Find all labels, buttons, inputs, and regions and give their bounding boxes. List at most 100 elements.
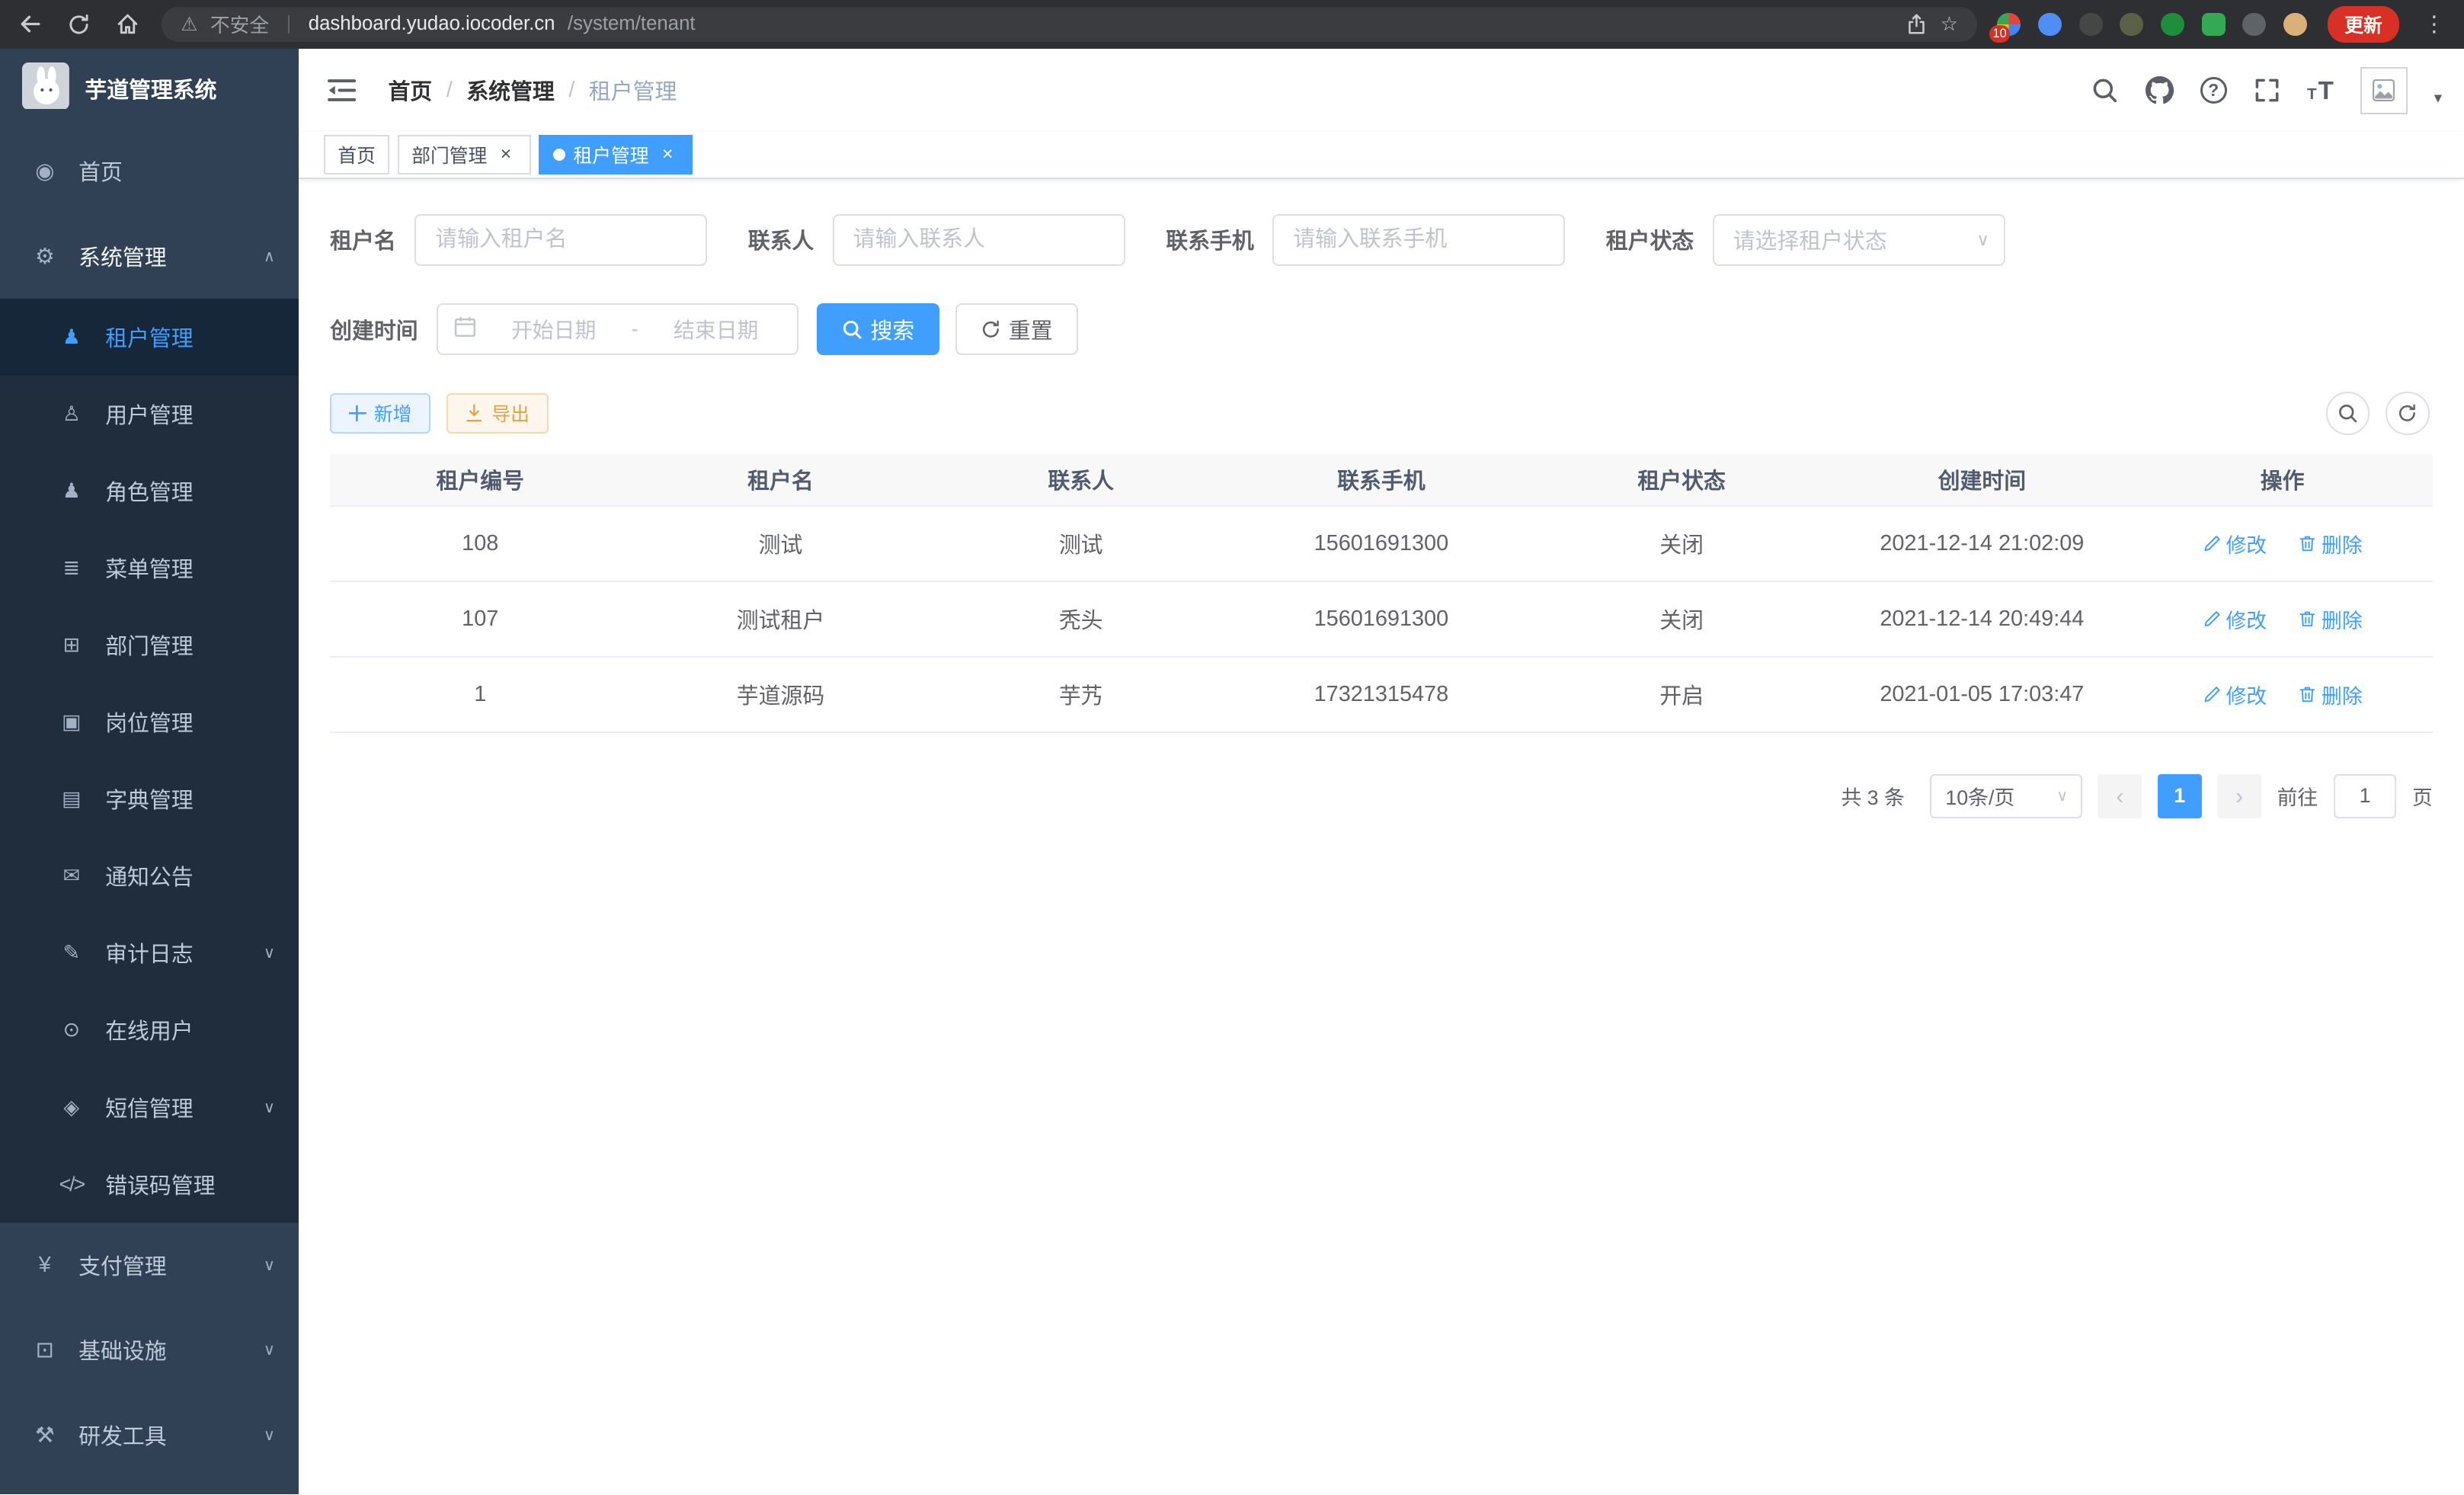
cell-contact: 测试 — [931, 506, 1231, 581]
delete-link[interactable]: 删除 — [2298, 680, 2363, 709]
sidebar-item-online-users[interactable]: ⊙ 在线用户 — [0, 991, 299, 1068]
extension-icon[interactable] — [2242, 13, 2266, 37]
sidebar-item-sms-mgmt[interactable]: ◈ 短信管理 ∨ — [0, 1069, 299, 1146]
column-header: 租户状态 — [1531, 454, 1832, 506]
sidebar-item-label: 错误码管理 — [105, 1169, 215, 1200]
cell-status: 开启 — [1531, 657, 1832, 732]
user-avatar[interactable] — [2360, 67, 2408, 114]
sidebar-item-label: 租户管理 — [105, 322, 193, 353]
sidebar-item-label: 字典管理 — [105, 783, 193, 815]
cell-tenant-id: 107 — [330, 581, 630, 657]
edit-link[interactable]: 修改 — [2203, 604, 2267, 634]
tab-tenant-mgmt[interactable]: 租户管理 × — [539, 135, 693, 174]
tenant-status-select[interactable]: 请选择租户状态 ∨ — [1713, 214, 2005, 266]
prev-page-button[interactable]: ‹ — [2098, 774, 2142, 818]
delete-link[interactable]: 删除 — [2298, 604, 2363, 634]
extension-icon[interactable] — [2283, 13, 2307, 37]
chevron-down-icon: ∨ — [1976, 229, 1989, 250]
tab-close-icon[interactable]: × — [657, 144, 679, 166]
sidebar-item-tenant-mgmt[interactable]: ♟ 租户管理 — [0, 299, 299, 376]
sidebar-item-label: 岗位管理 — [105, 706, 193, 738]
goto-page-input[interactable] — [2334, 774, 2397, 818]
sidebar-item-error-code-mgmt[interactable]: </> 错误码管理 — [0, 1146, 299, 1223]
breadcrumb: 首页 / 系统管理 / 租户管理 — [388, 75, 677, 106]
extension-icon[interactable]: 10 — [1997, 13, 2021, 37]
user-icon: ♙ — [58, 402, 85, 426]
contact-input[interactable] — [833, 214, 1125, 266]
sidebar-item-post-mgmt[interactable]: ▣ 岗位管理 — [0, 683, 299, 760]
create-time-range-picker[interactable]: 开始日期 - 结束日期 — [437, 303, 798, 355]
extension-icon[interactable] — [2038, 13, 2062, 37]
page-number-1[interactable]: 1 — [2158, 774, 2202, 818]
address-bar[interactable]: ⚠ 不安全 dashboard.yudao.iocoder.cn/system/… — [162, 7, 1976, 41]
contact-phone-input[interactable] — [1272, 214, 1565, 266]
refresh-table-button[interactable] — [2386, 392, 2430, 436]
column-header: 操作 — [2132, 454, 2432, 506]
browser-home-icon[interactable] — [114, 10, 142, 38]
sidebar-item-system-mgmt[interactable]: ⚙ 系统管理 ∧ — [0, 214, 299, 299]
extension-icon[interactable] — [2120, 13, 2143, 37]
sidebar-item-infrastructure[interactable]: ⊡ 基础设施 ∨ — [0, 1308, 299, 1392]
sidebar-logo[interactable]: 芋道管理系统 — [0, 49, 299, 129]
date-range-separator: - — [632, 317, 638, 341]
breadcrumb-system-mgmt[interactable]: 系统管理 — [466, 75, 554, 106]
tab-close-icon[interactable]: × — [495, 144, 517, 166]
cell-created: 2021-12-14 20:49:44 — [1832, 581, 2132, 657]
toggle-search-button[interactable] — [2326, 392, 2370, 436]
url-path: /system/tenant — [568, 13, 696, 35]
tab-label: 首页 — [338, 141, 376, 168]
sidebar-collapse-icon[interactable] — [321, 78, 363, 103]
extension-icon[interactable] — [2161, 13, 2184, 37]
sidebar-item-dev-tools[interactable]: ⚒ 研发工具 ∨ — [0, 1392, 299, 1477]
reset-button-label: 重置 — [1009, 314, 1053, 345]
github-icon[interactable] — [2146, 76, 2174, 104]
avatar-caret-down-icon[interactable]: ▾ — [2434, 88, 2442, 107]
delete-link-label: 删除 — [2322, 529, 2363, 559]
delete-link[interactable]: 删除 — [2298, 529, 2363, 559]
help-icon[interactable]: ? — [2200, 77, 2227, 104]
omnibox-divider — [288, 15, 290, 34]
sidebar-item-payment-mgmt[interactable]: ¥ 支付管理 ∨ — [0, 1223, 299, 1308]
end-date-placeholder: 结束日期 — [651, 314, 781, 344]
sidebar-item-menu-mgmt[interactable]: ≣ 菜单管理 — [0, 530, 299, 607]
column-header: 联系人 — [931, 454, 1231, 506]
export-button[interactable]: 导出 — [446, 393, 549, 434]
sidebar-item-audit-log[interactable]: ✎ 审计日志 ∨ — [0, 914, 299, 991]
search-button[interactable]: 搜索 — [817, 303, 939, 355]
breadcrumb-home[interactable]: 首页 — [388, 75, 432, 106]
cell-tenant-id: 1 — [330, 657, 630, 732]
sidebar-item-dept-mgmt[interactable]: ⊞ 部门管理 — [0, 607, 299, 683]
edit-link[interactable]: 修改 — [2203, 529, 2267, 559]
tenant-name-input[interactable] — [414, 214, 707, 266]
sidebar-item-home[interactable]: ◉ 首页 — [0, 129, 299, 213]
font-size-icon[interactable]: TT — [2307, 78, 2334, 103]
sidebar-item-role-mgmt[interactable]: ♟ 角色管理 — [0, 453, 299, 530]
fullscreen-icon[interactable] — [2254, 77, 2280, 104]
cell-tenant-name: 测试租户 — [630, 581, 930, 657]
online-icon: ⊙ — [58, 1018, 85, 1042]
select-placeholder: 请选择租户状态 — [1733, 224, 1887, 255]
browser-refresh-icon[interactable] — [65, 10, 93, 38]
extension-icon[interactable] — [2202, 13, 2226, 37]
browser-back-icon[interactable] — [16, 10, 44, 38]
extension-badge: 10 — [1989, 25, 2010, 43]
header-search-icon[interactable] — [2091, 77, 2118, 104]
tab-dept-mgmt[interactable]: 部门管理 × — [398, 135, 531, 174]
cell-operations: 修改 删除 — [2132, 657, 2432, 732]
bookmark-star-icon[interactable]: ☆ — [1941, 13, 1958, 36]
browser-menu-icon[interactable]: ⋮ — [2420, 11, 2448, 37]
add-button[interactable]: 新增 — [330, 393, 430, 434]
next-page-button[interactable]: › — [2217, 774, 2261, 818]
tab-home[interactable]: 首页 — [324, 135, 390, 174]
browser-update-button[interactable]: 更新 — [2328, 6, 2400, 43]
sidebar-item-notice[interactable]: ✉ 通知公告 — [0, 837, 299, 914]
page-size-select[interactable]: 10条/页 ∨ — [1930, 774, 2082, 818]
share-icon[interactable] — [1906, 14, 1928, 36]
contact-phone-label: 联系手机 — [1166, 224, 1253, 255]
edit-link[interactable]: 修改 — [2203, 680, 2267, 709]
sidebar-item-dict-mgmt[interactable]: ▤ 字典管理 — [0, 760, 299, 837]
sidebar-item-user-mgmt[interactable]: ♙ 用户管理 — [0, 376, 299, 453]
sidebar-item-label: 菜单管理 — [105, 552, 193, 584]
reset-button[interactable]: 重置 — [955, 303, 1078, 355]
extension-icon[interactable] — [2079, 13, 2103, 37]
